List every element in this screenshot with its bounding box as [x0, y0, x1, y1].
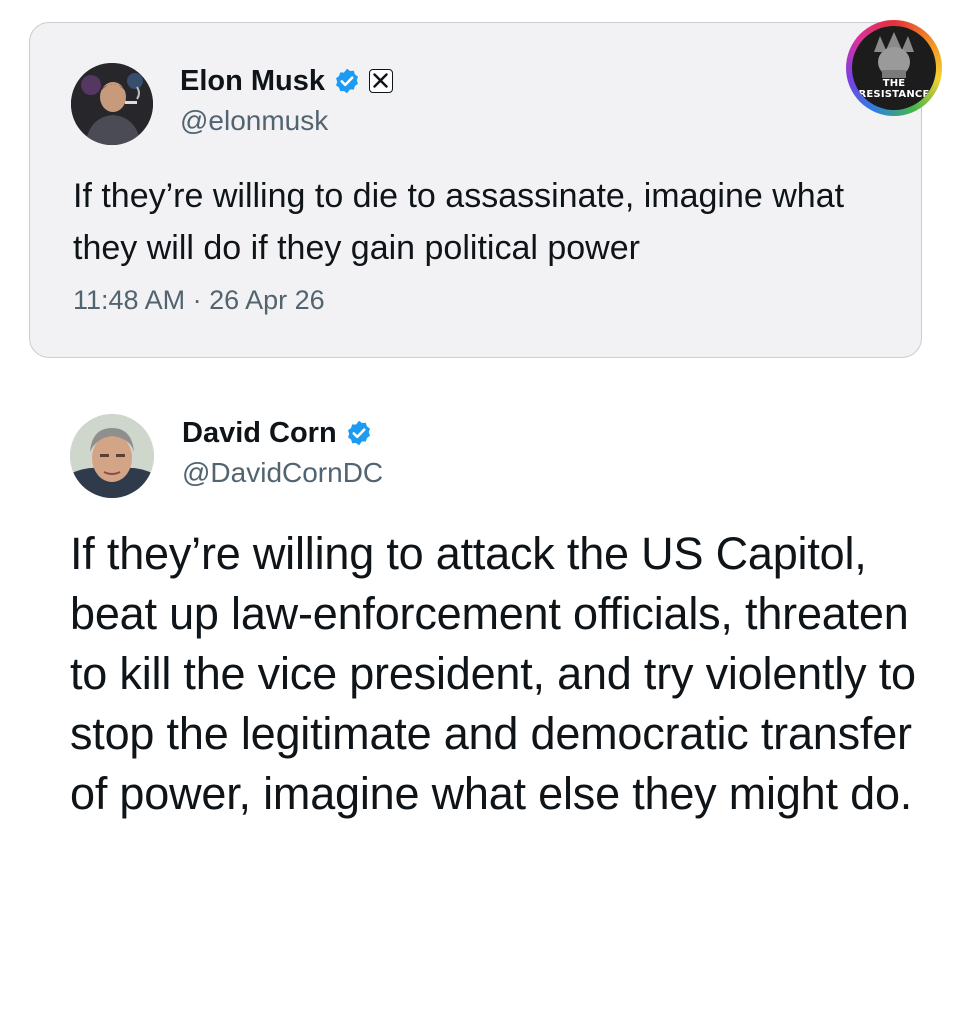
verified-badge-icon	[333, 67, 361, 95]
watermark-line-1: THE	[882, 78, 906, 89]
statue-of-liberty-icon: THE RESISTANCE	[852, 26, 936, 110]
main-author-handle[interactable]: @DavidCornDC	[182, 457, 383, 489]
quoted-tweet-timestamp[interactable]: 11:48 AM · 26 Apr 26	[73, 285, 325, 316]
quoted-tweet-author-row: Elon Musk	[180, 61, 394, 101]
resistance-watermark-logo: THE RESISTANCE	[846, 20, 942, 116]
main-tweet-text: If they’re willing to attack the US Capi…	[70, 528, 916, 819]
x-logo-icon	[369, 69, 394, 93]
main-author-name[interactable]: David Corn	[182, 417, 337, 450]
quoted-tweet-text: If they’re willing to die to assassinate…	[73, 177, 845, 267]
main-tweet-author-row: David Corn	[182, 413, 373, 453]
quoted-author-handle[interactable]: @elonmusk	[180, 105, 328, 137]
elon-musk-avatar[interactable]	[71, 63, 153, 145]
david-corn-avatar[interactable]	[70, 414, 154, 498]
watermark-line-2: RESISTANCE	[858, 89, 930, 100]
quoted-author-name[interactable]: Elon Musk	[180, 65, 325, 98]
quoted-tweet-card[interactable]: Elon Musk @elonmusk If they’re willing t…	[29, 22, 922, 358]
verified-badge-icon	[345, 419, 373, 447]
